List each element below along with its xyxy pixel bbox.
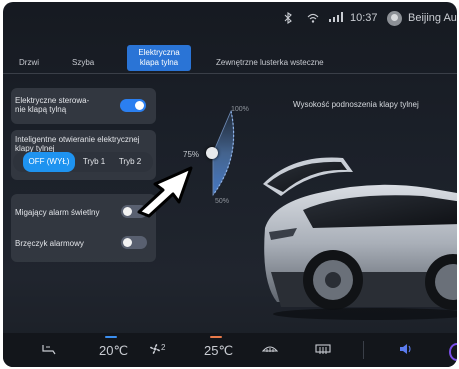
smart-opening-label: Inteligentne otwieranie elektrycznej kla…: [15, 135, 140, 153]
temp-left[interactable]: 20℃: [99, 343, 128, 359]
rear-defrost-icon[interactable]: [315, 343, 331, 358]
front-defrost-icon[interactable]: [261, 343, 279, 358]
buzzer-label: Brzęczyk alarmowy: [15, 239, 84, 248]
tab-bar: Drzwi Szyba Elektryczna klapa tylna Zewn…: [3, 45, 457, 76]
tab-tailgate-line1: Elektryczna: [138, 48, 180, 57]
tab-mirrors[interactable]: Zewnętrzne lusterka wsteczne: [216, 58, 324, 68]
tab-divider: [3, 73, 457, 74]
fan-speed[interactable]: 2: [149, 343, 165, 358]
temp-right-indicator: [210, 336, 222, 338]
pointer-arrow: [137, 166, 193, 218]
buzzer-toggle[interactable]: [121, 236, 147, 249]
tailgate-control-label: Elektryczne sterowa-nie klapą tylną: [15, 96, 90, 114]
temp-left-indicator: [105, 336, 117, 338]
mode-off-button[interactable]: OFF (WYŁ): [23, 152, 75, 172]
clock: 10:37: [350, 12, 378, 24]
tab-tailgate[interactable]: Elektryczna klapa tylna: [127, 45, 191, 71]
fan-speed-value: 2: [161, 343, 166, 352]
tab-window[interactable]: Szyba: [72, 58, 94, 68]
gauge-handle[interactable]: [206, 147, 218, 159]
tab-tailgate-line2: klapa tylna: [139, 58, 179, 67]
gauge-label-max: 100%: [231, 106, 249, 113]
status-bar: 10:37 Beijing Au: [3, 2, 457, 40]
tab-doors[interactable]: Drzwi: [19, 58, 39, 68]
toggle-knob: [123, 207, 132, 216]
voice-assistant-icon[interactable]: [449, 343, 457, 361]
car-illustration: [263, 157, 457, 320]
bottom-divider: [363, 341, 364, 359]
climate-bar: 20℃ 2 25℃: [3, 333, 457, 367]
alarm-light-label: Migający alarm świetlny: [15, 208, 100, 217]
car-screen: 10:37 Beijing Au Drzwi Szyba Elektryczna…: [3, 2, 457, 367]
mode-1-button[interactable]: Tryb 1: [77, 152, 111, 172]
toggle-knob: [135, 101, 144, 110]
gauge-label-min: 50%: [215, 198, 230, 205]
tailgate-control-toggle[interactable]: [120, 99, 146, 112]
gauge-label-current: 75%: [183, 150, 200, 159]
smart-opening-mode-selector: OFF (WYŁ) Tryb 1 Tryb 2: [13, 152, 153, 172]
signal-icon: [329, 12, 345, 25]
seat-heat-icon[interactable]: [41, 343, 57, 358]
bluetooth-icon: [284, 11, 292, 27]
tailgate-control-panel: Elektryczne sterowa-nie klapą tylną: [11, 88, 156, 124]
toggle-knob: [123, 238, 132, 247]
tailgate-height-title: Wysokość podnoszenia klapy tylnej: [293, 100, 419, 109]
volume-icon[interactable]: [399, 343, 413, 358]
wifi-icon: [307, 12, 319, 27]
temp-right[interactable]: 25℃: [204, 343, 233, 359]
avatar[interactable]: [387, 11, 402, 26]
location-label: Beijing Au: [408, 12, 457, 24]
